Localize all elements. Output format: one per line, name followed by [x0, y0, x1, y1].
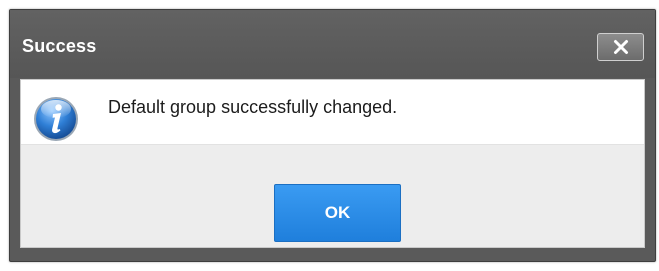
- close-icon: [613, 39, 629, 55]
- dialog-content: Default group successfully changed. OK: [20, 79, 645, 248]
- dialog-button-row: OK: [21, 144, 644, 247]
- ok-button[interactable]: OK: [274, 184, 401, 242]
- success-dialog: Success Default group successfully chang…: [9, 9, 656, 262]
- dialog-titlebar: Success: [10, 10, 655, 78]
- message-row: Default group successfully changed.: [21, 80, 644, 144]
- dialog-message: Default group successfully changed.: [108, 97, 398, 117]
- close-button[interactable]: [597, 33, 644, 61]
- info-icon: [32, 95, 80, 143]
- dialog-title: Success: [22, 36, 97, 56]
